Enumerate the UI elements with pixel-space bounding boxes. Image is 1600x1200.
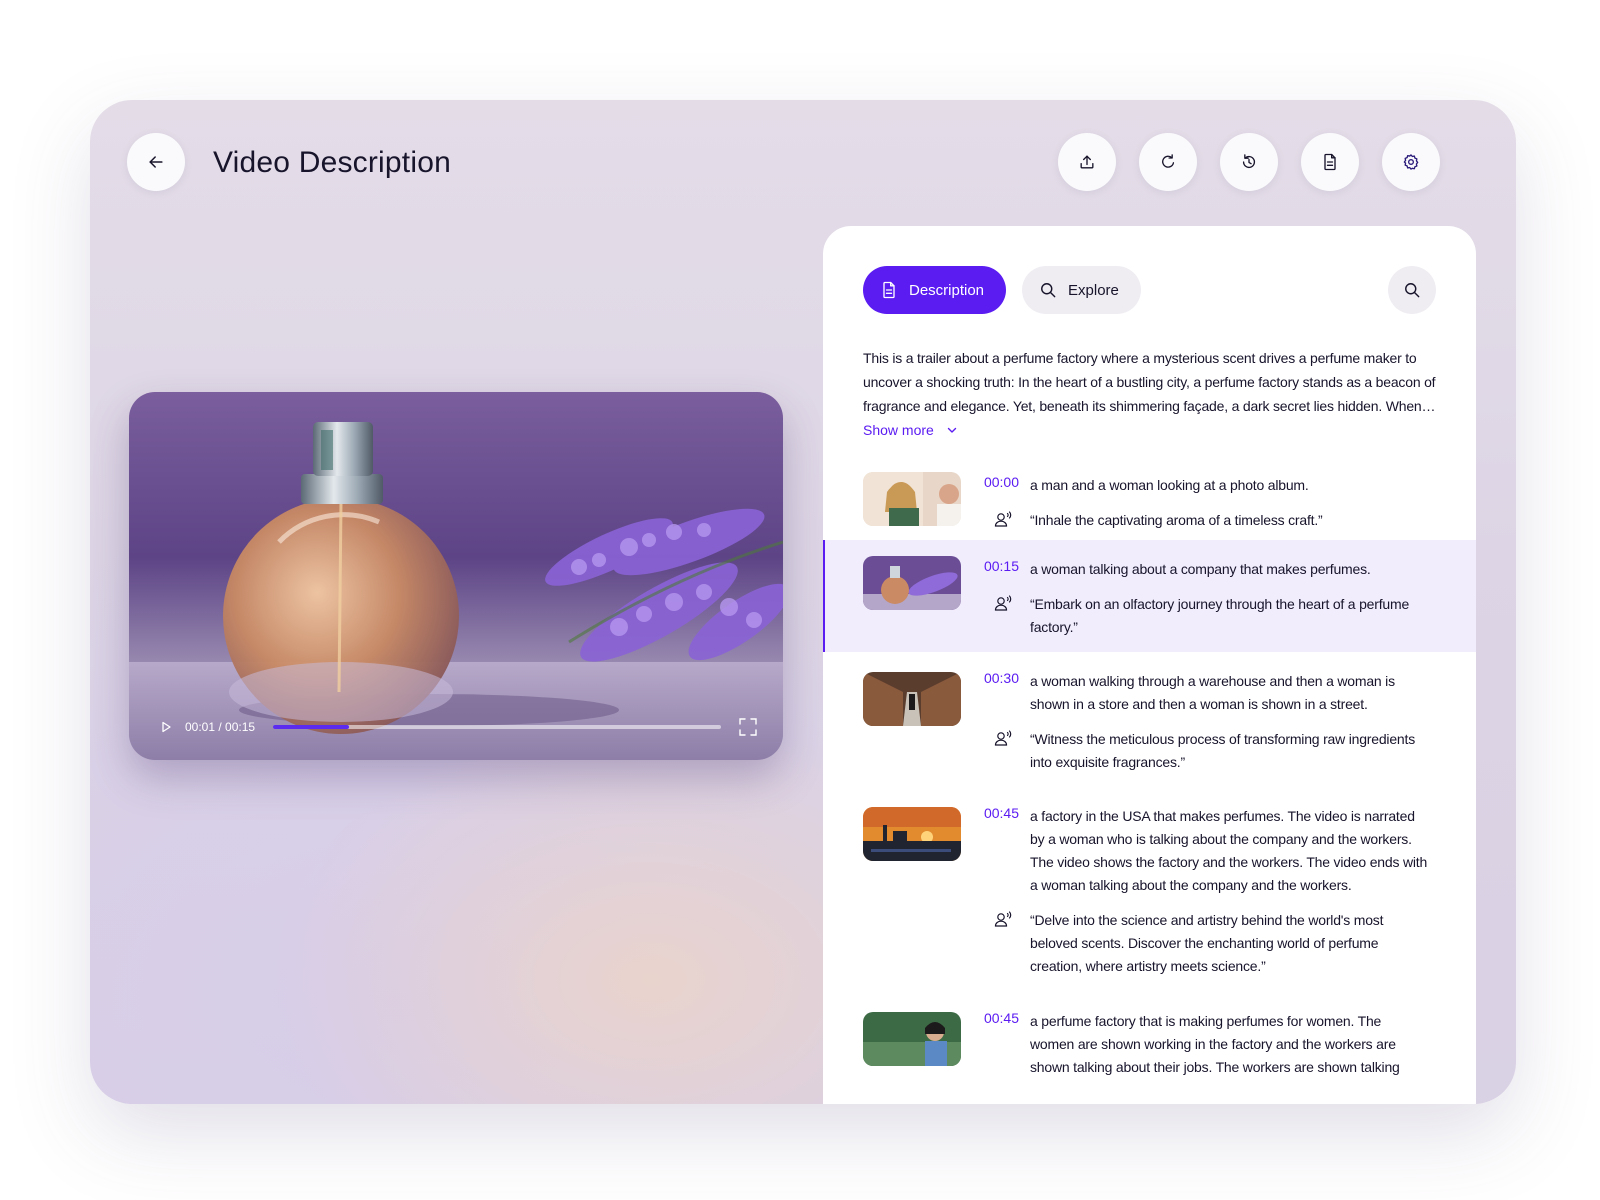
refresh-icon	[1162, 154, 1175, 168]
show-more-label: Show more	[863, 422, 934, 438]
scene-description: a woman walking through a warehouse and …	[1030, 673, 1395, 712]
panel-search-button[interactable]	[1388, 266, 1436, 314]
upload-button[interactable]	[1058, 133, 1116, 191]
description-panel: Description Explore This is a trailer ab…	[823, 226, 1476, 1104]
back-button[interactable]	[127, 133, 185, 191]
gear-icon	[1403, 154, 1419, 170]
video-controls: 00:01 / 00:15	[157, 716, 757, 738]
time-readout: 00:01 / 00:15	[185, 720, 256, 734]
search-icon	[1041, 283, 1056, 298]
scene-quote: “Inhale the captivating aroma of a timel…	[1030, 512, 1323, 528]
page-title: Video Description	[213, 146, 451, 179]
video-frame-perfume	[129, 422, 783, 760]
scene-thumbnail	[863, 672, 961, 726]
scene-timestamp[interactable]: 00:45	[965, 805, 1019, 821]
settings-button[interactable]	[1382, 133, 1440, 191]
scene-list: 00:00 a man and a woman looking at a pho…	[823, 464, 1476, 1104]
progress-fill	[273, 725, 350, 729]
upload-icon	[1080, 155, 1094, 169]
scene-timestamp[interactable]: 00:00	[965, 474, 1019, 490]
chevron-down-icon	[947, 427, 957, 433]
speaker-icon	[994, 730, 1012, 746]
tab-description-label: Description	[909, 281, 985, 299]
speaker-icon	[994, 911, 1012, 927]
scene-thumbnail	[863, 556, 961, 610]
video-summary: This is a trailer about a perfume factor…	[863, 350, 1436, 414]
tab-explore-label: Explore	[1068, 281, 1119, 299]
video-player[interactable]: 00:01 / 00:15	[129, 392, 783, 760]
tab-explore[interactable]: Explore	[1022, 266, 1141, 314]
scene-row[interactable]: 00:45 a perfume factory that is making p…	[823, 994, 1476, 1104]
tab-description[interactable]: Description	[863, 266, 1007, 314]
document-button[interactable]	[1301, 133, 1359, 191]
scene-thumbnail	[863, 807, 961, 861]
scene-quote: “Embark on an olfactory journey through …	[1030, 596, 1410, 635]
play-button[interactable]	[157, 718, 175, 736]
scene-thumbnail	[863, 1012, 961, 1066]
document-icon	[1324, 153, 1336, 171]
show-more-link[interactable]: Show more	[863, 422, 958, 438]
fullscreen-icon	[739, 718, 757, 736]
scene-quote: “Witness the meticulous process of trans…	[1030, 731, 1416, 770]
scene-timestamp[interactable]: 00:15	[965, 558, 1019, 574]
refresh-button[interactable]	[1139, 133, 1197, 191]
app-window: Video Description 00:01 / 00:15 Descript…	[90, 100, 1516, 1104]
scene-timestamp[interactable]: 00:30	[965, 670, 1019, 686]
scene-description: a factory in the USA that makes perfumes…	[1030, 808, 1428, 893]
play-icon	[162, 721, 171, 733]
panel-tabs: Description Explore	[863, 266, 1141, 314]
scene-description: a man and a woman looking at a photo alb…	[1030, 477, 1309, 493]
speaker-icon	[994, 511, 1012, 527]
arrow-left-icon	[149, 156, 163, 168]
fullscreen-button[interactable]	[739, 718, 757, 736]
scene-description: a woman talking about a company that mak…	[1030, 561, 1371, 577]
search-icon	[1405, 283, 1420, 298]
scene-description: a perfume factory that is making perfume…	[1030, 1013, 1400, 1075]
scene-row-active[interactable]: 00:15 a woman talking about a company th…	[823, 540, 1476, 652]
history-icon	[1242, 154, 1256, 169]
scene-row[interactable]: 00:30 a woman walking through a warehous…	[823, 652, 1476, 788]
scene-timestamp[interactable]: 00:45	[965, 1010, 1019, 1026]
document-icon	[883, 281, 895, 299]
scene-quote: “Delve into the science and artistry beh…	[1030, 912, 1384, 974]
speaker-icon	[994, 595, 1012, 611]
scene-row[interactable]: 00:00 a man and a woman looking at a pho…	[823, 464, 1476, 540]
scene-row[interactable]: 00:45 a factory in the USA that makes pe…	[823, 788, 1476, 994]
progress-bar[interactable]	[273, 725, 721, 729]
scene-thumbnail	[863, 472, 961, 526]
history-button[interactable]	[1220, 133, 1278, 191]
